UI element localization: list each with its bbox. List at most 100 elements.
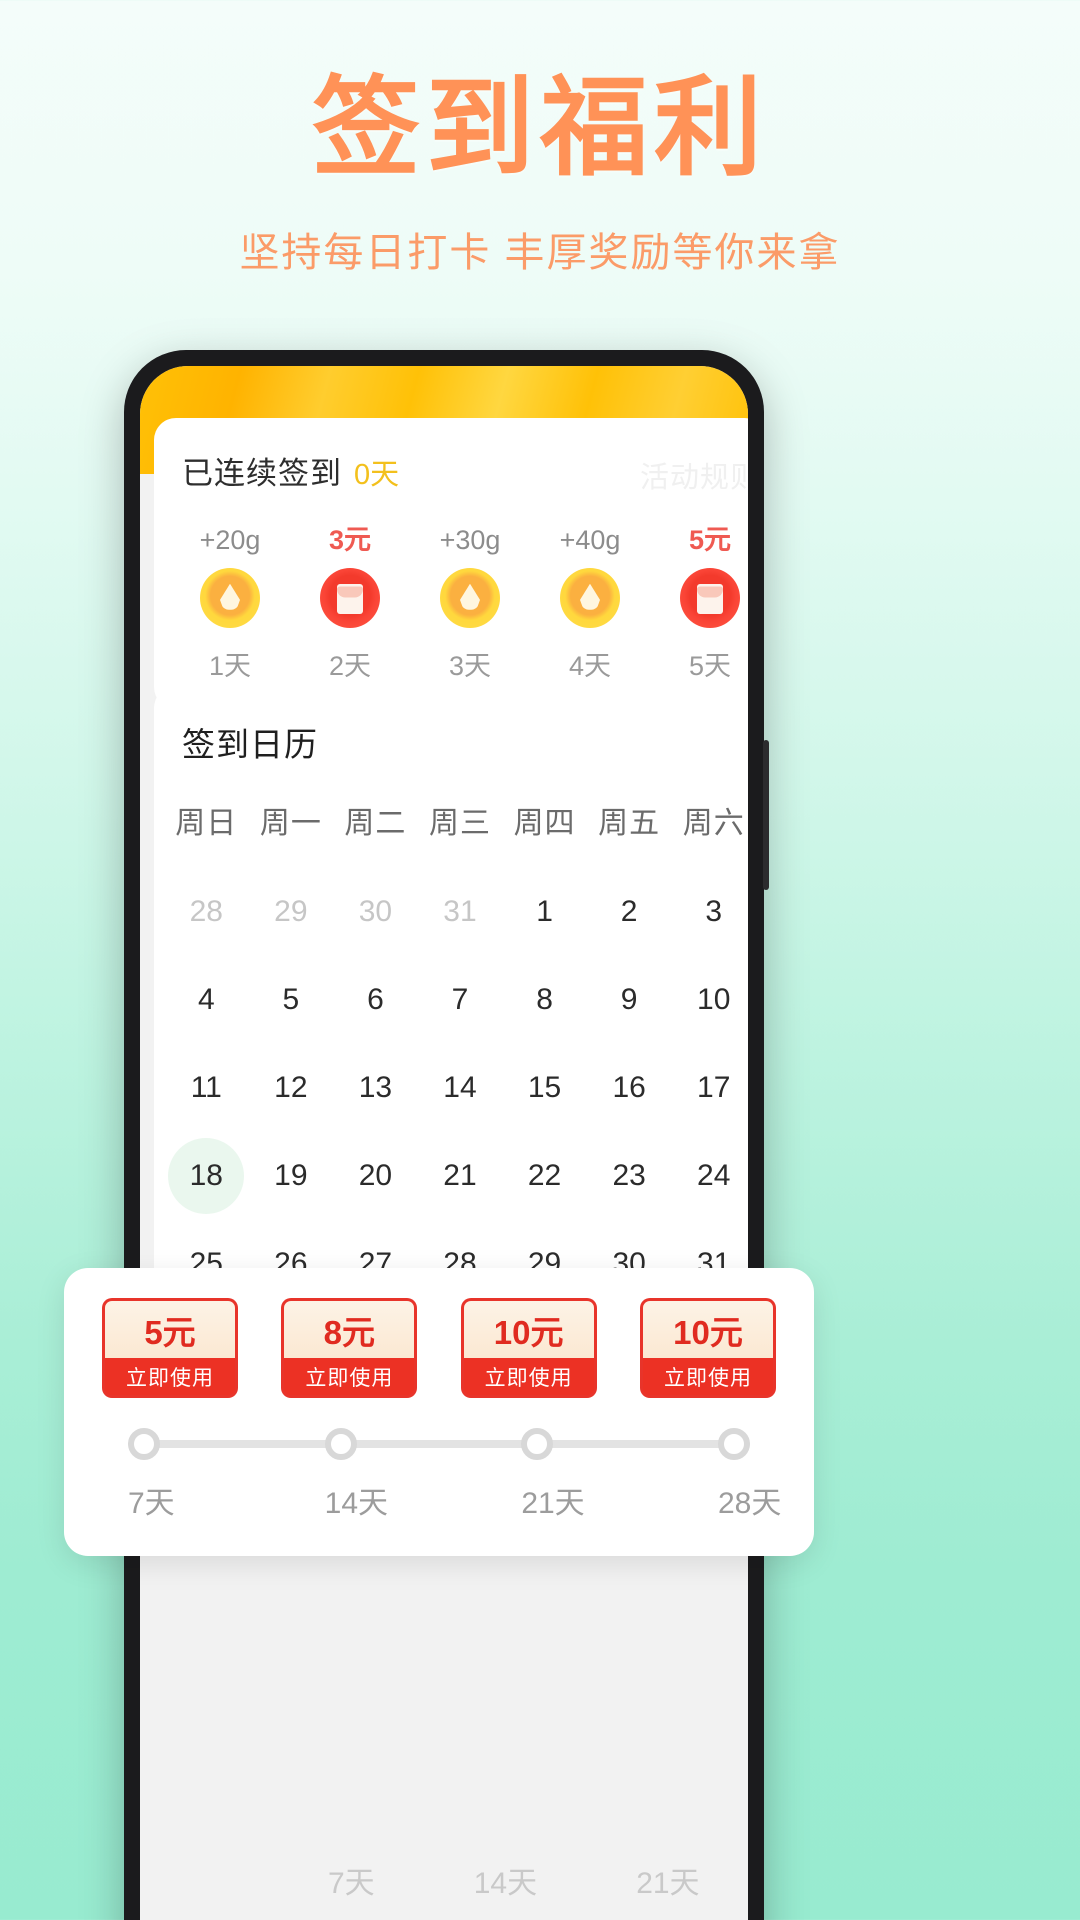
milestone-label: 7天 bbox=[128, 1487, 175, 1520]
coupon-card[interactable]: 5元立即使用 bbox=[102, 1298, 238, 1398]
calendar-day-number: 19 bbox=[274, 1159, 308, 1192]
calendar-day-number: 24 bbox=[697, 1159, 731, 1192]
calendar-day-number: 21 bbox=[443, 1159, 477, 1192]
phone-mockup: 已连续签到 0天 活动规则 +20g 1天 3元 2天 +30g 3天 +40g 4天 5元 5天… bbox=[124, 350, 769, 1920]
calendar-day[interactable]: 23 bbox=[587, 1132, 672, 1220]
calendar-day-number: 7 bbox=[451, 983, 469, 1016]
reward-item[interactable]: +30g 3天 bbox=[410, 527, 530, 683]
calendar-day[interactable]: 4 bbox=[164, 956, 249, 1044]
reward-item[interactable]: 3元 2天 bbox=[290, 527, 410, 683]
activity-rules-link[interactable]: 活动规则 bbox=[640, 454, 748, 496]
reward-amount: +30g bbox=[439, 525, 501, 555]
calendar-day[interactable]: 22 bbox=[502, 1132, 587, 1220]
coin-icon bbox=[440, 568, 500, 628]
coupon-value-area: 10元 bbox=[460, 1298, 597, 1358]
coupon-use-button[interactable]: 立即使用 bbox=[281, 1358, 418, 1398]
calendar-day[interactable]: 17 bbox=[671, 1044, 748, 1132]
coupon-use-button[interactable]: 立即使用 bbox=[639, 1358, 776, 1398]
progress-dot[interactable] bbox=[324, 1428, 357, 1460]
reward-amount: 3元 bbox=[328, 525, 372, 555]
calendar-day[interactable]: 19 bbox=[249, 1132, 334, 1220]
calendar-card: 签到日历 周日 周一 周二 周三 周四 周五 周六 28 29 30 31 1 2 3 4 5 6 7 8 9 10 11… bbox=[154, 686, 748, 1344]
progress-dot[interactable] bbox=[128, 1428, 160, 1460]
calendar-day[interactable]: 29 bbox=[249, 868, 334, 956]
calendar-day[interactable]: 13 bbox=[333, 1044, 418, 1132]
calendar-day[interactable]: 28 bbox=[164, 868, 249, 956]
calendar-day[interactable]: 20 bbox=[333, 1132, 418, 1220]
calendar-day[interactable]: 11 bbox=[164, 1044, 249, 1132]
reward-item[interactable]: +40g 4天 bbox=[530, 527, 650, 683]
calendar-day-today[interactable]: 18 bbox=[164, 1132, 249, 1220]
coin-icon bbox=[560, 568, 620, 628]
reward-amount: 5元 bbox=[688, 525, 732, 555]
streak-days-value: 0天 bbox=[354, 459, 400, 491]
calendar-title: 签到日历 bbox=[182, 726, 318, 763]
calendar-day[interactable]: 31 bbox=[418, 868, 503, 956]
coupon-use-button[interactable]: 立即使用 bbox=[460, 1358, 597, 1398]
calendar-day[interactable]: 3 bbox=[671, 868, 748, 956]
calendar-day[interactable]: 1 bbox=[502, 868, 587, 956]
milestone-label: 21天 bbox=[521, 1487, 585, 1520]
page-subtitle: 坚持每日打卡 丰厚奖励等你来拿 bbox=[239, 231, 841, 276]
calendar-day[interactable]: 2 bbox=[587, 868, 672, 956]
calendar-weekday-header: 周五 bbox=[598, 807, 661, 840]
calendar-day-number: 28 bbox=[189, 895, 223, 928]
milestone-labels-background: 7天14天21天28天 bbox=[290, 1858, 748, 1902]
hero-header: 签到福利 坚持每日打卡 丰厚奖励等你来拿 bbox=[0, 0, 1080, 278]
reward-item[interactable]: 5元 5天 bbox=[650, 527, 748, 683]
progress-dot[interactable] bbox=[521, 1428, 554, 1460]
calendar-day[interactable]: 15 bbox=[502, 1044, 587, 1132]
calendar-day-number: 14 bbox=[443, 1071, 477, 1104]
milestone-label-ghost: 14天 bbox=[473, 1867, 538, 1900]
calendar-weekday-header: 周三 bbox=[428, 807, 491, 840]
progress-dot[interactable] bbox=[717, 1428, 750, 1460]
milestone-progress: 7天 14天 21天 28天 bbox=[90, 1428, 788, 1522]
coupon-use-label: 立即使用 bbox=[663, 1366, 752, 1390]
calendar-day[interactable]: 6 bbox=[333, 956, 418, 1044]
calendar-day[interactable]: 16 bbox=[587, 1044, 672, 1132]
coupon-card[interactable]: 10元立即使用 bbox=[639, 1298, 776, 1398]
reward-amount: +20g bbox=[199, 525, 261, 555]
calendar-day[interactable]: 7 bbox=[418, 956, 503, 1044]
coupon-card[interactable]: 10元 立即使用 bbox=[460, 1298, 597, 1398]
reward-list: +20g1天3元2天+30g3天+40g4天5元5天+50g6天7元7天 bbox=[154, 527, 748, 683]
page-title: 签到福利 bbox=[311, 67, 768, 188]
calendar-day-number: 30 bbox=[358, 895, 393, 928]
milestone-label-list: 7天 14天 21天 28天 bbox=[128, 1478, 781, 1522]
coupon-use-button[interactable]: 立即使用 bbox=[102, 1358, 238, 1398]
reward-day-label: 5天 bbox=[688, 651, 732, 681]
calendar-day-number: 31 bbox=[443, 895, 477, 928]
calendar-day[interactable]: 9 bbox=[587, 956, 672, 1044]
calendar-day[interactable]: 14 bbox=[418, 1044, 503, 1132]
calendar-day[interactable]: 30 bbox=[333, 868, 418, 956]
calendar-day-number: 29 bbox=[274, 895, 308, 928]
coupon-value: 5元 bbox=[144, 1313, 196, 1351]
calendar-day[interactable]: 5 bbox=[249, 956, 334, 1044]
calendar-day[interactable]: 10 bbox=[671, 956, 748, 1044]
streak-label: 已连续签到 bbox=[182, 456, 342, 491]
calendar-day[interactable]: 24 bbox=[671, 1132, 748, 1220]
coupon-value-area: 10元 bbox=[639, 1298, 776, 1358]
reward-amount: +40g bbox=[559, 525, 621, 555]
coupon-value-area: 8元 bbox=[281, 1298, 418, 1358]
calendar-day-number: 3 bbox=[705, 895, 723, 928]
reward-day-label: 3天 bbox=[448, 651, 492, 681]
reward-day-label: 2天 bbox=[328, 651, 372, 681]
calendar-day-number: 11 bbox=[190, 1071, 222, 1104]
coupon-card[interactable]: 8元立即使用 bbox=[281, 1298, 418, 1398]
calendar-day-number: 1 bbox=[536, 895, 553, 928]
calendar-day[interactable]: 21 bbox=[418, 1132, 503, 1220]
calendar-day-number: 22 bbox=[527, 1159, 562, 1192]
progress-track[interactable] bbox=[128, 1428, 750, 1460]
reward-item[interactable]: +20g 1天 bbox=[170, 527, 290, 683]
calendar-day[interactable]: 8 bbox=[502, 956, 587, 1044]
calendar-day[interactable]: 12 bbox=[249, 1044, 334, 1132]
milestone-label-ghost: 7天 bbox=[328, 1867, 375, 1900]
phone-power-button[interactable] bbox=[763, 740, 769, 890]
coupon-use-label: 立即使用 bbox=[305, 1366, 394, 1390]
streak-card: 已连续签到 0天 活动规则 +20g 1天 3元 2天 +30g 3天 +40g 4天 5元 5天… bbox=[154, 418, 748, 709]
reward-day-label: 1天 bbox=[208, 651, 252, 681]
progress-dot-list bbox=[128, 1428, 750, 1460]
coin-icon bbox=[200, 568, 260, 628]
calendar-day-number: 23 bbox=[612, 1159, 646, 1192]
